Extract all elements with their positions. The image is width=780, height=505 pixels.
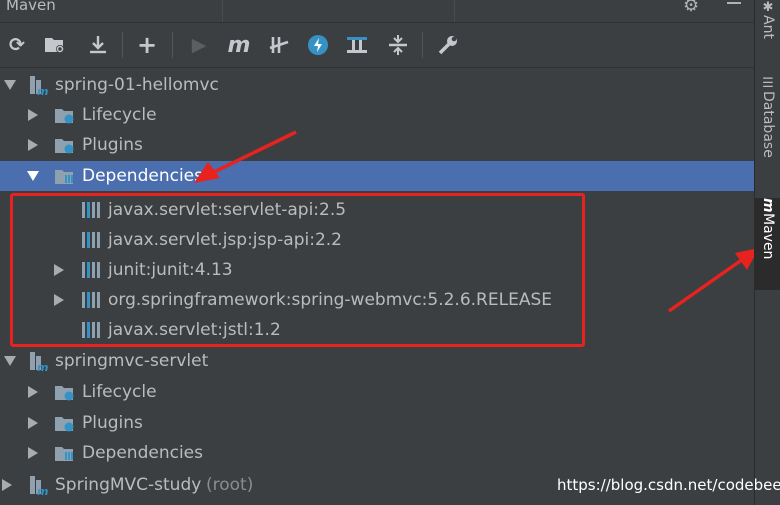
plugins-folder-icon [55,417,74,432]
tab-label: Database [760,91,776,158]
tree-node-project[interactable]: m springmvc-servlet [0,346,754,376]
tool-window-header: Maven ⚙ [0,0,754,23]
maven-project-icon: m [30,352,48,372]
show-dependencies-icon[interactable] [344,33,370,57]
highlight-box [10,193,585,347]
node-label: Plugins [82,413,143,433]
dependencies-folder-icon [55,170,73,184]
expand-arrow-icon[interactable] [4,356,16,366]
toolbar-divider [172,32,173,58]
dependencies-folder-icon [55,447,73,461]
skip-tests-icon[interactable] [266,33,292,57]
wrench-icon[interactable] [436,33,460,57]
svg-text:m: m [37,485,48,496]
tab-label: Ant [760,15,776,39]
annotation-arrow [667,248,759,313]
tree-node-plugins[interactable]: Plugins [0,408,754,438]
download-icon[interactable] [86,33,110,57]
node-label: Dependencies [82,166,203,186]
expand-arrow-icon[interactable] [28,447,38,459]
node-label: Dependencies [82,443,203,463]
expand-arrow-icon[interactable] [28,386,38,398]
hide-icon[interactable] [727,2,741,4]
lifecycle-folder-icon [55,109,74,124]
header-divider [454,0,455,22]
ant-icon: ✱ [760,0,776,15]
add-icon[interactable]: + [136,31,158,59]
run-icon[interactable]: ▶ [188,33,210,57]
gear-icon[interactable]: ⚙ [683,0,699,16]
annotation-arrow [194,130,297,183]
expand-arrow-icon[interactable] [27,171,39,181]
header-divider [222,0,223,22]
tree-node-lifecycle[interactable]: Lifecycle [0,377,754,407]
toolbar-divider [422,32,423,58]
tab-label: Maven [760,212,776,260]
maven-project-icon: m [30,476,48,496]
expand-arrow-icon[interactable] [28,109,38,121]
node-label: Lifecycle [82,105,157,125]
project-name: springmvc-servlet [55,351,209,371]
expand-arrow-icon[interactable] [4,80,16,90]
expand-arrow-icon[interactable] [2,479,12,491]
tab-maven[interactable]: m Maven [755,198,780,290]
tree-node-dependencies[interactable]: Dependencies [0,438,754,468]
project-name: SpringMVC-study [55,475,202,495]
plugins-folder-icon [55,139,74,154]
project-name: spring-01-hellomvc [55,75,219,95]
maven-toolbar: ⟳ + ▶ m [0,23,754,68]
tab-database[interactable]: ☰ Database [755,76,780,186]
tab-ant[interactable]: ✱ Ant [755,0,780,56]
tree-node-plugins[interactable]: Plugins [0,130,754,160]
database-icon: ☰ [760,76,776,91]
offline-icon[interactable] [306,33,330,57]
svg-text:m: m [37,85,48,96]
reload-icon[interactable]: ⟳ [6,33,28,57]
svg-text:m: m [37,361,48,372]
right-tool-strip: ✱ Ant ☰ Database m Maven [754,0,780,505]
expand-arrow-icon[interactable] [28,139,38,151]
panel-title: Maven [6,0,56,14]
maven-goal-icon[interactable]: m [226,33,252,58]
node-label: Plugins [82,135,143,155]
watermark: https://blog.csdn.net/codebeef [557,476,780,494]
lifecycle-folder-icon [55,386,74,401]
toolbar-divider [122,32,123,58]
reimport-icon[interactable] [42,33,68,57]
root-suffix: (root) [206,475,254,495]
expand-arrow-icon[interactable] [28,417,38,429]
tree-node-project[interactable]: m spring-01-hellomvc [0,70,754,100]
tree-node-lifecycle[interactable]: Lifecycle [0,100,754,130]
collapse-icon[interactable] [386,33,410,57]
node-label: Lifecycle [82,382,157,402]
maven-project-icon: m [30,76,48,96]
maven-icon: m [760,198,776,213]
tree-node-dependencies[interactable]: Dependencies [0,161,754,191]
